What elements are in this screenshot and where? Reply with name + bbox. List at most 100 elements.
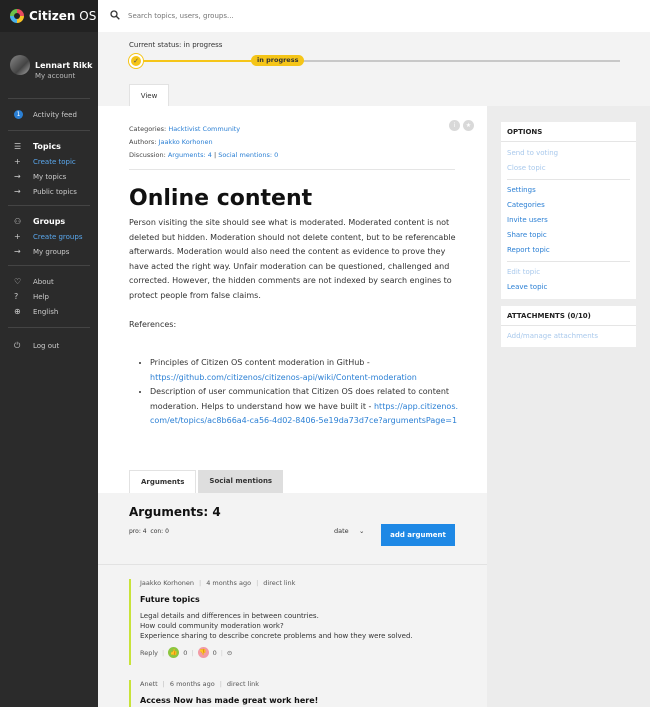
search-input[interactable] (128, 12, 428, 20)
social-mentions-link[interactable]: Social mentions: 0 (218, 151, 278, 159)
send-to-voting-link[interactable]: Send to voting (501, 146, 636, 161)
my-account-link[interactable]: My account (35, 72, 92, 80)
info-icon[interactable]: i (449, 120, 460, 131)
logo[interactable]: Citizen OS (0, 0, 98, 32)
argument-author[interactable]: Anett (140, 680, 158, 688)
tab-social-mentions[interactable]: Social mentions (198, 470, 284, 493)
argument-meta: Anett | 6 months ago | direct link (140, 680, 260, 688)
sidebar-item-public-topics[interactable]: → Public topics (14, 184, 98, 199)
close-topic-link[interactable]: Close topic (501, 161, 636, 176)
manage-attachments-link[interactable]: Add/manage attachments (501, 329, 636, 344)
edit-topic-link[interactable]: Edit topic (501, 265, 636, 280)
divider (507, 179, 630, 180)
reference-link[interactable]: https://github.com/citizenos/citizenos-a… (150, 373, 417, 382)
power-icon: ⏻ (14, 340, 21, 350)
sort-select[interactable]: date ⌄ (334, 527, 364, 535)
tab-view[interactable]: View (129, 84, 169, 106)
list-item: Principles of Citizen OS content moderat… (150, 356, 460, 385)
reply-button[interactable]: Reply (140, 649, 158, 657)
sidebar-item-label: My groups (33, 247, 70, 256)
globe-icon: ⊕ (14, 307, 21, 316)
argument-actions: Reply | 👍 0 | 👎 0 | ⊝ (140, 647, 459, 658)
sidebar-item-groups[interactable]: ⚇ Groups (14, 214, 98, 229)
argument-text: Legal details and differences in between… (140, 611, 459, 641)
direct-link[interactable]: direct link (227, 680, 259, 688)
category-link[interactable]: Hacktivist Community (168, 125, 240, 133)
argument-tabs: Arguments Social mentions (129, 470, 284, 493)
search-icon (110, 9, 120, 23)
report-topic-link[interactable]: Report topic (501, 243, 636, 258)
sidebar-item-logout[interactable]: ⏻ Log out (14, 338, 98, 353)
status-pill: in progress (251, 55, 305, 66)
con-count: con: 0 (150, 528, 169, 535)
list-item: Description of user communication that C… (150, 385, 460, 429)
chevron-down-icon: ⌄ (359, 527, 365, 535)
sidebar-item-label: Topics (33, 142, 61, 151)
avatar (10, 55, 30, 75)
sidebar: Citizen OS Lennart Rikk My account 1 Act… (0, 0, 98, 707)
sidebar-item-label: English (33, 307, 59, 316)
more-options-icon[interactable]: ⊝ (227, 649, 232, 657)
sidebar-item-activity-feed[interactable]: 1 Activity feed (14, 107, 98, 122)
argument-line: Legal details and differences in between… (140, 612, 319, 620)
divider (129, 169, 455, 170)
tab-arguments[interactable]: Arguments (129, 470, 197, 493)
categories-link[interactable]: Categories (501, 198, 636, 213)
argument-author[interactable]: Jaakko Korhonen (140, 579, 194, 587)
author-link[interactable]: Jaakko Korhonen (159, 138, 213, 146)
arrow-right-icon: → (14, 172, 21, 181)
sidebar-item-about[interactable]: ♡ About (14, 274, 98, 289)
status-text: Current status: in progress (129, 41, 223, 49)
categories-label: Categories: (129, 125, 167, 133)
arrow-right-icon: → (14, 247, 21, 256)
separator: | (162, 648, 165, 657)
sidebar-item-help[interactable]: ? Help (14, 289, 98, 304)
arguments-link[interactable]: Arguments: 4 (168, 151, 212, 159)
add-argument-button[interactable]: add argument (381, 524, 455, 546)
help-icon: ? (14, 292, 19, 301)
argument-line: Experience sharing to describe concrete … (140, 632, 413, 640)
downvote-count: 0 (212, 648, 217, 657)
sidebar-item-my-topics[interactable]: → My topics (14, 169, 98, 184)
thumbs-up-icon[interactable]: 👍 (168, 647, 180, 658)
status-band: Current status: in progress ✓ in progres… (98, 32, 650, 106)
sidebar-item-topics[interactable]: ☰ Topics (14, 139, 98, 154)
share-topic-link[interactable]: Share topic (501, 228, 636, 243)
page-title: Online content (129, 186, 313, 211)
check-icon: ✓ (129, 54, 143, 68)
sidebar-item-label: My topics (33, 172, 67, 181)
sidebar-item-create-topic[interactable]: + Create topic (14, 154, 98, 169)
sidebar-item-my-groups[interactable]: → My groups (14, 244, 98, 259)
sidebar-item-create-groups[interactable]: + Create groups (14, 229, 98, 244)
thumbs-down-icon[interactable]: 👎 (197, 647, 209, 658)
plus-icon: + (14, 157, 21, 166)
authors-label: Authors: (129, 138, 157, 146)
sidebar-item-label: Public topics (33, 187, 77, 196)
topic-meta: Categories: Hacktivist Community Authors… (129, 123, 278, 162)
star-icon[interactable]: ★ (463, 120, 474, 131)
sidebar-item-label: Activity feed (33, 110, 77, 119)
reference-text: Principles of Citizen OS content moderat… (150, 358, 370, 367)
argument-title: Access Now has made great work here! (140, 696, 319, 705)
options-panel: OPTIONS Send to voting Close topic Setti… (501, 122, 636, 299)
argument-meta: Jaakko Korhonen | 4 months ago | direct link (140, 579, 296, 587)
arguments-section: Arguments: 4 pro: 4 con: 0 date ⌄ add ar… (98, 493, 487, 707)
sidebar-item-label: Log out (33, 341, 60, 350)
pro-con-counts: pro: 4 con: 0 (129, 528, 169, 535)
invite-users-link[interactable]: Invite users (501, 213, 636, 228)
topbar (98, 0, 650, 32)
separator: | (220, 648, 223, 657)
argument-time: 6 months ago (169, 680, 215, 688)
direct-link[interactable]: direct link (263, 579, 295, 587)
profile[interactable]: Lennart Rikk My account (0, 32, 98, 98)
separator: | (191, 648, 194, 657)
sidebar-item-label: Groups (33, 217, 66, 226)
topics-icon: ☰ (14, 142, 22, 151)
sidebar-item-language[interactable]: ⊕ English (14, 304, 98, 319)
discussion-label: Discussion: (129, 151, 166, 159)
settings-link[interactable]: Settings (501, 183, 636, 198)
groups-icon: ⚇ (14, 217, 22, 226)
leave-topic-link[interactable]: Leave topic (501, 280, 636, 295)
upvote-count: 0 (183, 648, 188, 657)
arrow-right-icon: → (14, 187, 21, 196)
